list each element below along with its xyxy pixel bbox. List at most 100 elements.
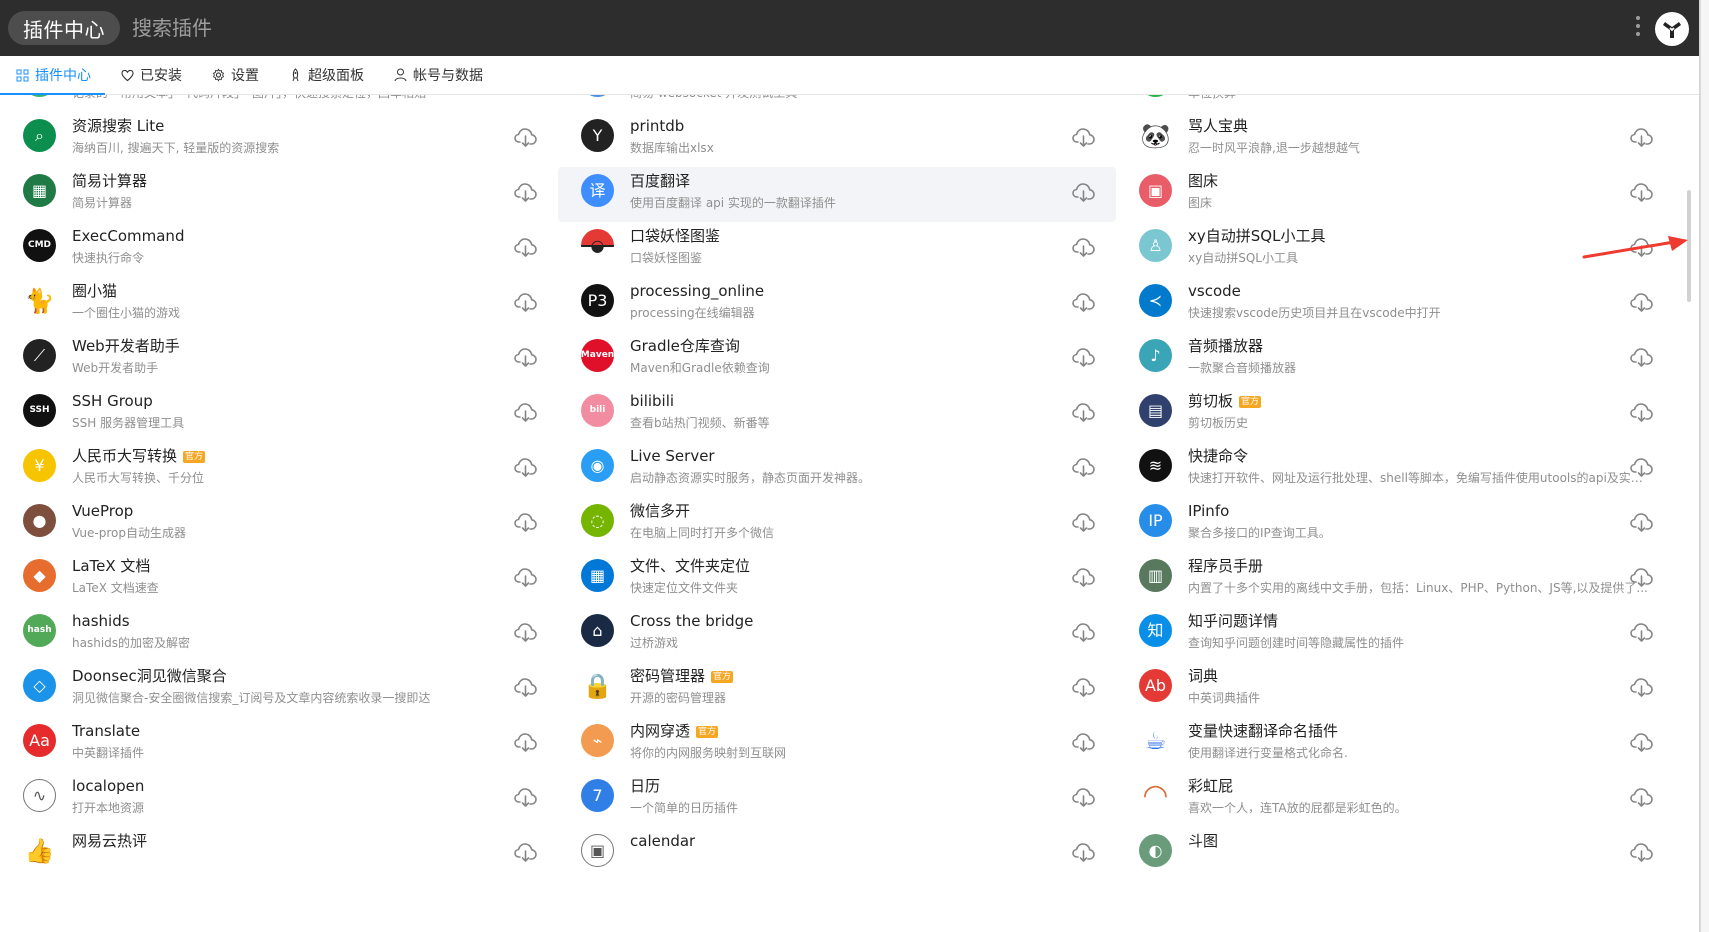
- tab-installed[interactable]: 已安装: [121, 56, 182, 94]
- plugin-card[interactable]: ⌂ Cross the bridge 过桥游戏: [558, 607, 1116, 662]
- plugin-card[interactable]: ⟋ Web开发者助手 Web开发者助手: [0, 332, 558, 387]
- plugin-card[interactable]: ◠ 彩虹屁 喜欢一个人，连TA放的屁都是彩虹色的。: [1116, 772, 1674, 827]
- download-cloud-icon[interactable]: [1072, 291, 1096, 313]
- download-cloud-icon[interactable]: [1630, 676, 1654, 698]
- download-cloud-icon[interactable]: [1630, 786, 1654, 808]
- plugin-description: 快速搜索vscode历史项目并且在vscode中打开: [1188, 306, 1441, 320]
- plugin-card[interactable]: ▤ 剪切板 官方 剪切板历史: [1116, 387, 1674, 442]
- download-cloud-icon[interactable]: [514, 346, 538, 368]
- plugin-card[interactable]: ≺ vscode 快速搜索vscode历史项目并且在vscode中打开: [1116, 277, 1674, 332]
- plugin-card[interactable]: ⌁ 内网穿透 官方 将你的内网服务映射到互联网: [558, 717, 1116, 772]
- download-cloud-icon[interactable]: [514, 841, 538, 863]
- plugin-card[interactable]: P3 processing_online processing在线编辑器: [558, 277, 1116, 332]
- plugin-card[interactable]: ↗ 记录的「常用文本」「代码片段」「图片」，快速搜索定位，回车粘贴: [0, 95, 558, 112]
- download-cloud-icon[interactable]: [514, 731, 538, 753]
- download-cloud-icon[interactable]: [1630, 346, 1654, 368]
- utools-logo-icon[interactable]: [1655, 12, 1689, 46]
- plugin-card[interactable]: ● 单位换算: [1116, 95, 1674, 112]
- download-cloud-icon[interactable]: [1072, 731, 1096, 753]
- download-cloud-icon[interactable]: [514, 236, 538, 258]
- plugin-card[interactable]: ▣ calendar: [558, 827, 1116, 882]
- plugin-card[interactable]: ♙ xy自动拼SQL小工具 xy自动拼SQL小工具: [1116, 222, 1674, 277]
- plugin-card[interactable]: ▥ 程序员手册 内置了十多个实用的离线中文手册，包括：Linux、PHP、Pytho…: [1116, 552, 1674, 607]
- download-cloud-icon[interactable]: [1072, 621, 1096, 643]
- download-cloud-icon[interactable]: [1630, 841, 1654, 863]
- download-cloud-icon[interactable]: [514, 456, 538, 478]
- download-cloud-icon[interactable]: [1072, 456, 1096, 478]
- download-cloud-icon[interactable]: [514, 566, 538, 588]
- plugin-card[interactable]: ≋ 快捷命令 快速打开软件、网址及运行批处理、shell等脚本，免编写插件使用uto…: [1116, 442, 1674, 497]
- plugin-card[interactable]: ◒ 口袋妖怪图鉴 口袋妖怪图鉴: [558, 222, 1116, 277]
- plugin-card[interactable]: 知知乎问题详情 查询知乎问题创建时间等隐藏属性的插件: [1116, 607, 1674, 662]
- download-cloud-icon[interactable]: [514, 511, 538, 533]
- plugin-card[interactable]: ∿ localopen 打开本地资源: [0, 772, 558, 827]
- plugin-card[interactable]: Maven Gradle仓库查询 Maven和Gradle依赖查询: [558, 332, 1116, 387]
- plugin-card[interactable]: hash hashids hashids的加密及解密: [0, 607, 558, 662]
- plugin-card[interactable]: ☕ 变量快速翻译命名插件 使用翻译进行变量格式化命名.: [1116, 717, 1674, 772]
- download-cloud-icon[interactable]: [1072, 346, 1096, 368]
- download-cloud-icon[interactable]: [1630, 566, 1654, 588]
- plugin-card[interactable]: ¥ 人民币大写转换 官方 人民币大写转换、千分位: [0, 442, 558, 497]
- plugin-card[interactable]: 7 日历 一个简单的日历插件: [558, 772, 1116, 827]
- download-cloud-icon[interactable]: [1072, 401, 1096, 423]
- plugin-card[interactable]: ⌕ 资源搜索 Lite 海纳百川, 搜遍天下, 轻量版的资源搜索: [0, 112, 558, 167]
- plugin-card[interactable]: ▣ 图床 图床: [1116, 167, 1674, 222]
- download-cloud-icon[interactable]: [1072, 676, 1096, 698]
- plugin-card[interactable]: Aa Translate 中英翻译插件: [0, 717, 558, 772]
- plugin-card[interactable]: ◐ 斗图: [1116, 827, 1674, 882]
- download-cloud-icon[interactable]: [514, 621, 538, 643]
- plugin-card[interactable]: ▦ 文件、文件夹定位 快速定位文件文件夹: [558, 552, 1116, 607]
- plugin-card[interactable]: ◇ Doonsec洞见微信聚合 洞见微信聚合-安全圈微信搜索_订阅号及文章内容统索收…: [0, 662, 558, 717]
- plugin-card[interactable]: 🐈 圈小猫 一个圈住小猫的游戏: [0, 277, 558, 332]
- plugin-card[interactable]: bili bilibili 查看b站热门视频、新番等: [558, 387, 1116, 442]
- download-cloud-icon[interactable]: [1072, 126, 1096, 148]
- vertical-scrollbar[interactable]: [1687, 190, 1691, 302]
- download-cloud-icon[interactable]: [514, 181, 538, 203]
- download-cloud-icon[interactable]: [1630, 401, 1654, 423]
- download-cloud-icon[interactable]: [1072, 511, 1096, 533]
- tab-account-data[interactable]: 帐号与数据: [394, 56, 483, 94]
- plugin-card[interactable]: ● 简易 websocket 开发测试工具: [558, 95, 1116, 112]
- download-cloud-icon[interactable]: [1072, 786, 1096, 808]
- plugin-card[interactable]: ● VueProp Vue-prop自动生成器: [0, 497, 558, 552]
- plugin-search-input[interactable]: [130, 10, 354, 46]
- download-cloud-icon[interactable]: [1630, 181, 1654, 203]
- plugin-description: 快速执行命令: [72, 251, 145, 265]
- plugin-card[interactable]: ◆ LaTeX 文档 LaTeX 文档速查: [0, 552, 558, 607]
- download-cloud-icon[interactable]: [514, 291, 538, 313]
- plugin-card[interactable]: ◉ Live Server 启动静态资源实时服务，静态页面开发神器。: [558, 442, 1116, 497]
- plugin-card[interactable]: ▦ 简易计算器 简易计算器: [0, 167, 558, 222]
- download-cloud-icon[interactable]: [1630, 456, 1654, 478]
- download-cloud-icon[interactable]: [514, 401, 538, 423]
- tab-super-panel[interactable]: 超级面板: [289, 56, 364, 94]
- plugin-card[interactable]: Yprintdb 数据库输出xlsx: [558, 112, 1116, 167]
- download-cloud-icon[interactable]: [1072, 841, 1096, 863]
- download-cloud-icon[interactable]: [1072, 236, 1096, 258]
- download-cloud-icon[interactable]: [1630, 126, 1654, 148]
- plugin-list-scroll-area[interactable]: ↗ 记录的「常用文本」「代码片段」「图片」，快速搜索定位，回车粘贴 ⌕ 资源搜索 Li…: [0, 95, 1686, 932]
- download-cloud-icon[interactable]: [1630, 236, 1654, 258]
- plugin-card[interactable]: SSH SSH Group SSH 服务器管理工具: [0, 387, 558, 442]
- tab-plugin-center[interactable]: 插件中心: [0, 56, 105, 95]
- plugin-card[interactable]: 🐼 骂人宝典 忍一时风平浪静,退一步越想越气: [1116, 112, 1674, 167]
- download-cloud-icon[interactable]: [1630, 621, 1654, 643]
- download-cloud-icon[interactable]: [514, 676, 538, 698]
- plugin-card[interactable]: IP IPinfo 聚合多接口的IP查询工具。: [1116, 497, 1674, 552]
- download-cloud-icon[interactable]: [1630, 291, 1654, 313]
- plugin-card[interactable]: ◌ 微信多开 在电脑上同时打开多个微信: [558, 497, 1116, 552]
- plugin-card[interactable]: ♪ 音频播放器 一款聚合音频播放器: [1116, 332, 1674, 387]
- plugin-card[interactable]: 👍 网易云热评: [0, 827, 558, 882]
- download-cloud-icon[interactable]: [1072, 181, 1096, 203]
- plugin-card[interactable]: Ab 词典 中英词典插件: [1116, 662, 1674, 717]
- tab-settings[interactable]: 设置: [212, 56, 259, 94]
- plugin-center-title[interactable]: 插件中心: [8, 11, 120, 45]
- download-cloud-icon[interactable]: [1072, 566, 1096, 588]
- download-cloud-icon[interactable]: [514, 126, 538, 148]
- plugin-card[interactable]: 🔒 密码管理器 官方 开源的密码管理器: [558, 662, 1116, 717]
- more-options-icon[interactable]: [1635, 16, 1641, 40]
- plugin-card[interactable]: 译百度翻译 使用百度翻译 api 实现的一款翻译插件: [558, 167, 1116, 222]
- download-cloud-icon[interactable]: [514, 786, 538, 808]
- download-cloud-icon[interactable]: [1630, 511, 1654, 533]
- download-cloud-icon[interactable]: [1630, 731, 1654, 753]
- plugin-card[interactable]: CMD ExecCommand 快速执行命令: [0, 222, 558, 277]
